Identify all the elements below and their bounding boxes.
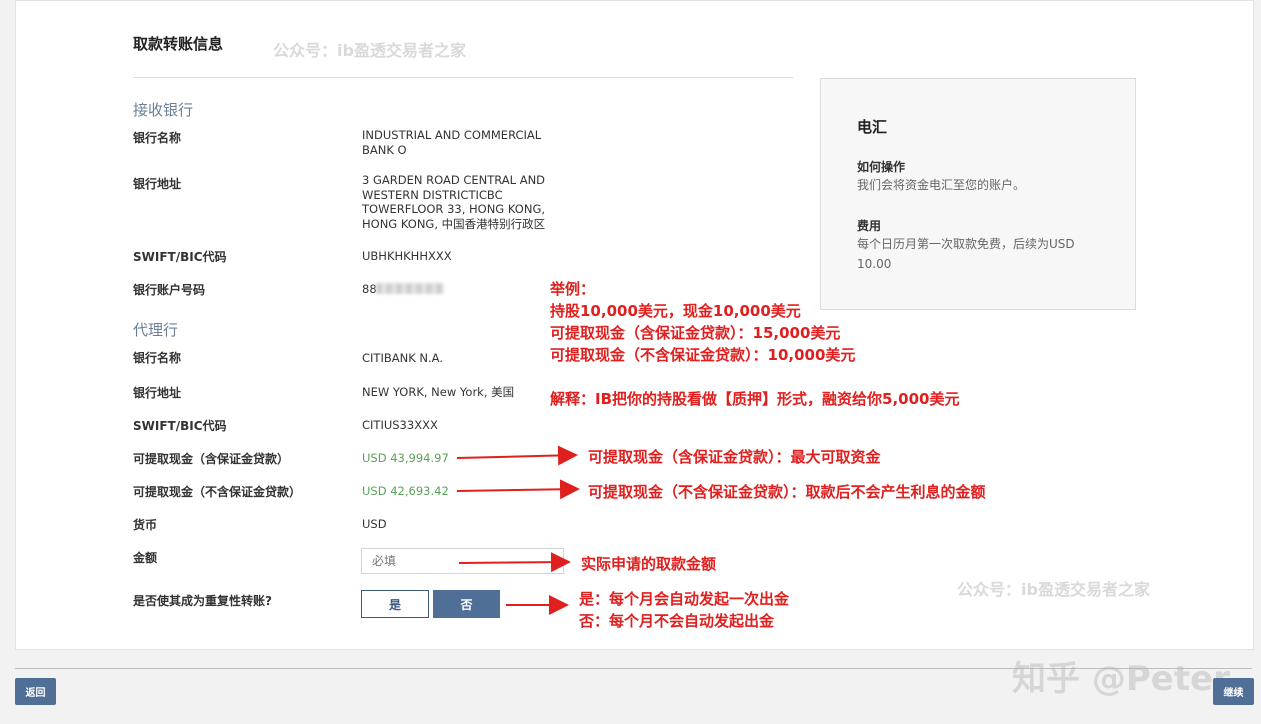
back-button[interactable]: 返回 (15, 678, 56, 705)
annotation-arrows (0, 0, 1261, 724)
arrow-with-loan (457, 455, 576, 458)
arrow-amount (459, 562, 569, 563)
continue-button[interactable]: 继续 (1213, 678, 1254, 705)
arrow-without-loan (457, 489, 578, 491)
watermark-bottom: 公众号：ib盈透交易者之家 (957, 576, 1150, 600)
watermark-zhihu: 知乎 @Peter (1012, 651, 1230, 700)
